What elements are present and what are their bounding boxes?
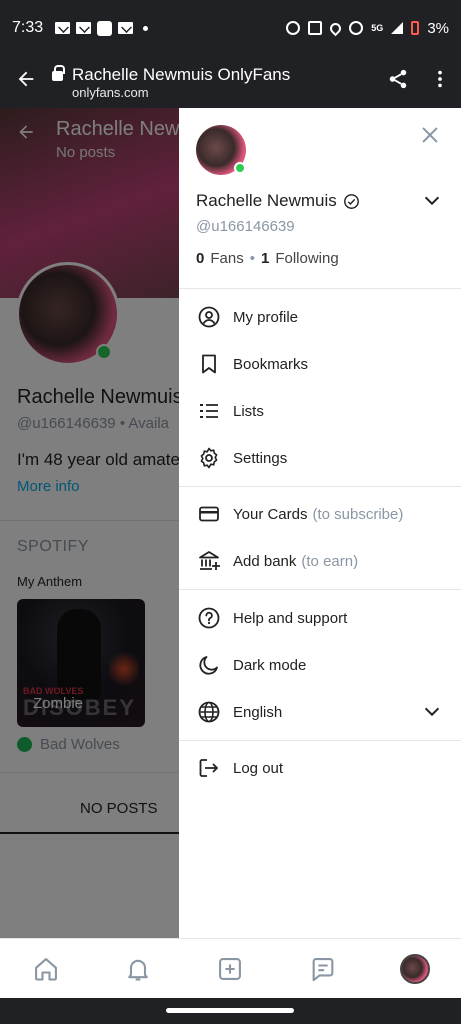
menu-your-cards[interactable]: Your Cards (to subscribe) <box>179 492 461 536</box>
menu-bookmarks[interactable]: Bookmarks <box>179 342 461 386</box>
close-icon <box>422 127 438 143</box>
nav-profile-button[interactable] <box>395 949 435 989</box>
user-circle-icon <box>198 306 220 328</box>
gesture-bar <box>0 998 461 1024</box>
app-notification-icon <box>97 20 113 36</box>
nav-new-post-button[interactable] <box>210 949 250 989</box>
arrow-left-icon <box>18 71 34 86</box>
moon-icon <box>199 656 218 675</box>
menu-log-out[interactable]: Log out <box>179 746 461 790</box>
share-button[interactable] <box>377 68 419 96</box>
signal-icon <box>391 22 404 34</box>
home-indicator[interactable] <box>166 1008 294 1013</box>
menu-help-support[interactable]: Help and support <box>179 596 461 640</box>
browser-page-title: Rachelle Newmuis OnlyFans <box>72 65 291 84</box>
menu-lists[interactable]: Lists <box>179 389 461 433</box>
plus-square-icon <box>219 957 242 980</box>
more-vertical-icon <box>438 70 442 88</box>
status-time: 7:33 <box>12 19 44 36</box>
nfc-icon <box>308 21 323 35</box>
close-drawer-button[interactable] <box>419 124 441 150</box>
chevron-down-icon <box>424 707 440 717</box>
menu-label: My profile <box>233 308 299 326</box>
menu-label: Dark mode <box>233 656 307 674</box>
logout-icon <box>199 759 218 777</box>
bullet-separator: • <box>249 250 255 267</box>
menu-label: Log out <box>233 759 284 777</box>
menu-dark-mode[interactable]: Dark mode <box>179 643 461 687</box>
browser-back-button[interactable] <box>0 68 52 97</box>
menu-hint: (to subscribe) <box>312 505 404 523</box>
bottom-navigation <box>0 938 461 998</box>
alarm-icon <box>286 21 301 35</box>
share-icon <box>389 69 407 89</box>
display-name-text: Rachelle Newmuis <box>196 191 337 210</box>
follow-stats: 0 Fans • 1 Following <box>196 250 339 267</box>
menu-settings[interactable]: Settings <box>179 436 461 480</box>
credit-card-icon <box>199 506 219 522</box>
message-icon <box>312 957 334 981</box>
account-drawer: Rachelle Newmuis @u166146639 0 Fans • 1 … <box>179 108 461 938</box>
drawer-overlay[interactable] <box>0 108 179 938</box>
list-icon <box>200 404 218 418</box>
divider <box>179 589 461 590</box>
network-type: 5G <box>371 23 384 33</box>
gmail-icon <box>118 22 134 34</box>
globe-icon <box>198 701 220 723</box>
following-count: 1 <box>260 250 270 267</box>
location-icon <box>328 20 344 36</box>
bank-icon <box>199 551 220 570</box>
browser-toolbar: Rachelle Newmuis OnlyFans onlyfans.com <box>0 56 461 108</box>
menu-label: Help and support <box>233 609 348 627</box>
following-label[interactable]: Following <box>275 250 338 267</box>
help-icon <box>198 607 220 629</box>
menu-label: Your Cards <box>233 505 308 523</box>
gmail-icon <box>76 22 92 34</box>
profile-page: Rachelle Newmuis No posts Rachelle Newmu… <box>0 108 179 938</box>
bell-icon <box>128 959 149 981</box>
drawer-username: @u166146639 <box>196 218 295 235</box>
fans-count: 0 <box>196 250 205 267</box>
battery-percent: 3% <box>427 19 449 37</box>
online-indicator <box>234 162 246 174</box>
nav-home-button[interactable] <box>26 949 66 989</box>
gear-icon <box>200 447 218 469</box>
more-notifications-icon <box>143 25 149 31</box>
browser-titles: Rachelle Newmuis OnlyFans onlyfans.com <box>72 64 377 100</box>
menu-add-bank[interactable]: Add bank (to earn) <box>179 539 461 583</box>
menu-my-profile[interactable]: My profile <box>179 295 461 339</box>
menu-label: Lists <box>233 402 264 420</box>
home-icon <box>35 957 58 981</box>
menu-hint: (to earn) <box>301 552 359 570</box>
browser-menu-button[interactable] <box>419 68 461 96</box>
gmail-icon <box>55 22 71 34</box>
divider <box>179 740 461 741</box>
lock-icon <box>52 65 65 81</box>
menu-label: Bookmarks <box>233 355 309 373</box>
menu-label: Add bank <box>233 552 297 570</box>
notification-icons <box>55 20 149 36</box>
battery-icon <box>411 21 420 35</box>
bookmark-icon <box>202 354 216 374</box>
do-not-disturb-icon <box>349 21 364 35</box>
verified-icon <box>343 193 359 209</box>
nav-notifications-button[interactable] <box>118 949 158 989</box>
divider <box>179 486 461 487</box>
menu-language[interactable]: English <box>179 690 461 734</box>
drawer-display-name[interactable]: Rachelle Newmuis <box>196 191 360 211</box>
avatar <box>399 953 430 984</box>
chevron-down-icon[interactable] <box>421 190 443 212</box>
fans-label[interactable]: Fans <box>210 250 243 267</box>
nav-messages-button[interactable] <box>303 949 343 989</box>
menu-label: English <box>233 703 283 721</box>
system-icons: 5G 3% <box>286 20 449 37</box>
browser-url: onlyfans.com <box>72 85 149 100</box>
status-bar: 7:33 5G 3% <box>0 0 461 56</box>
menu-label: Settings <box>233 449 288 467</box>
divider <box>179 288 461 289</box>
